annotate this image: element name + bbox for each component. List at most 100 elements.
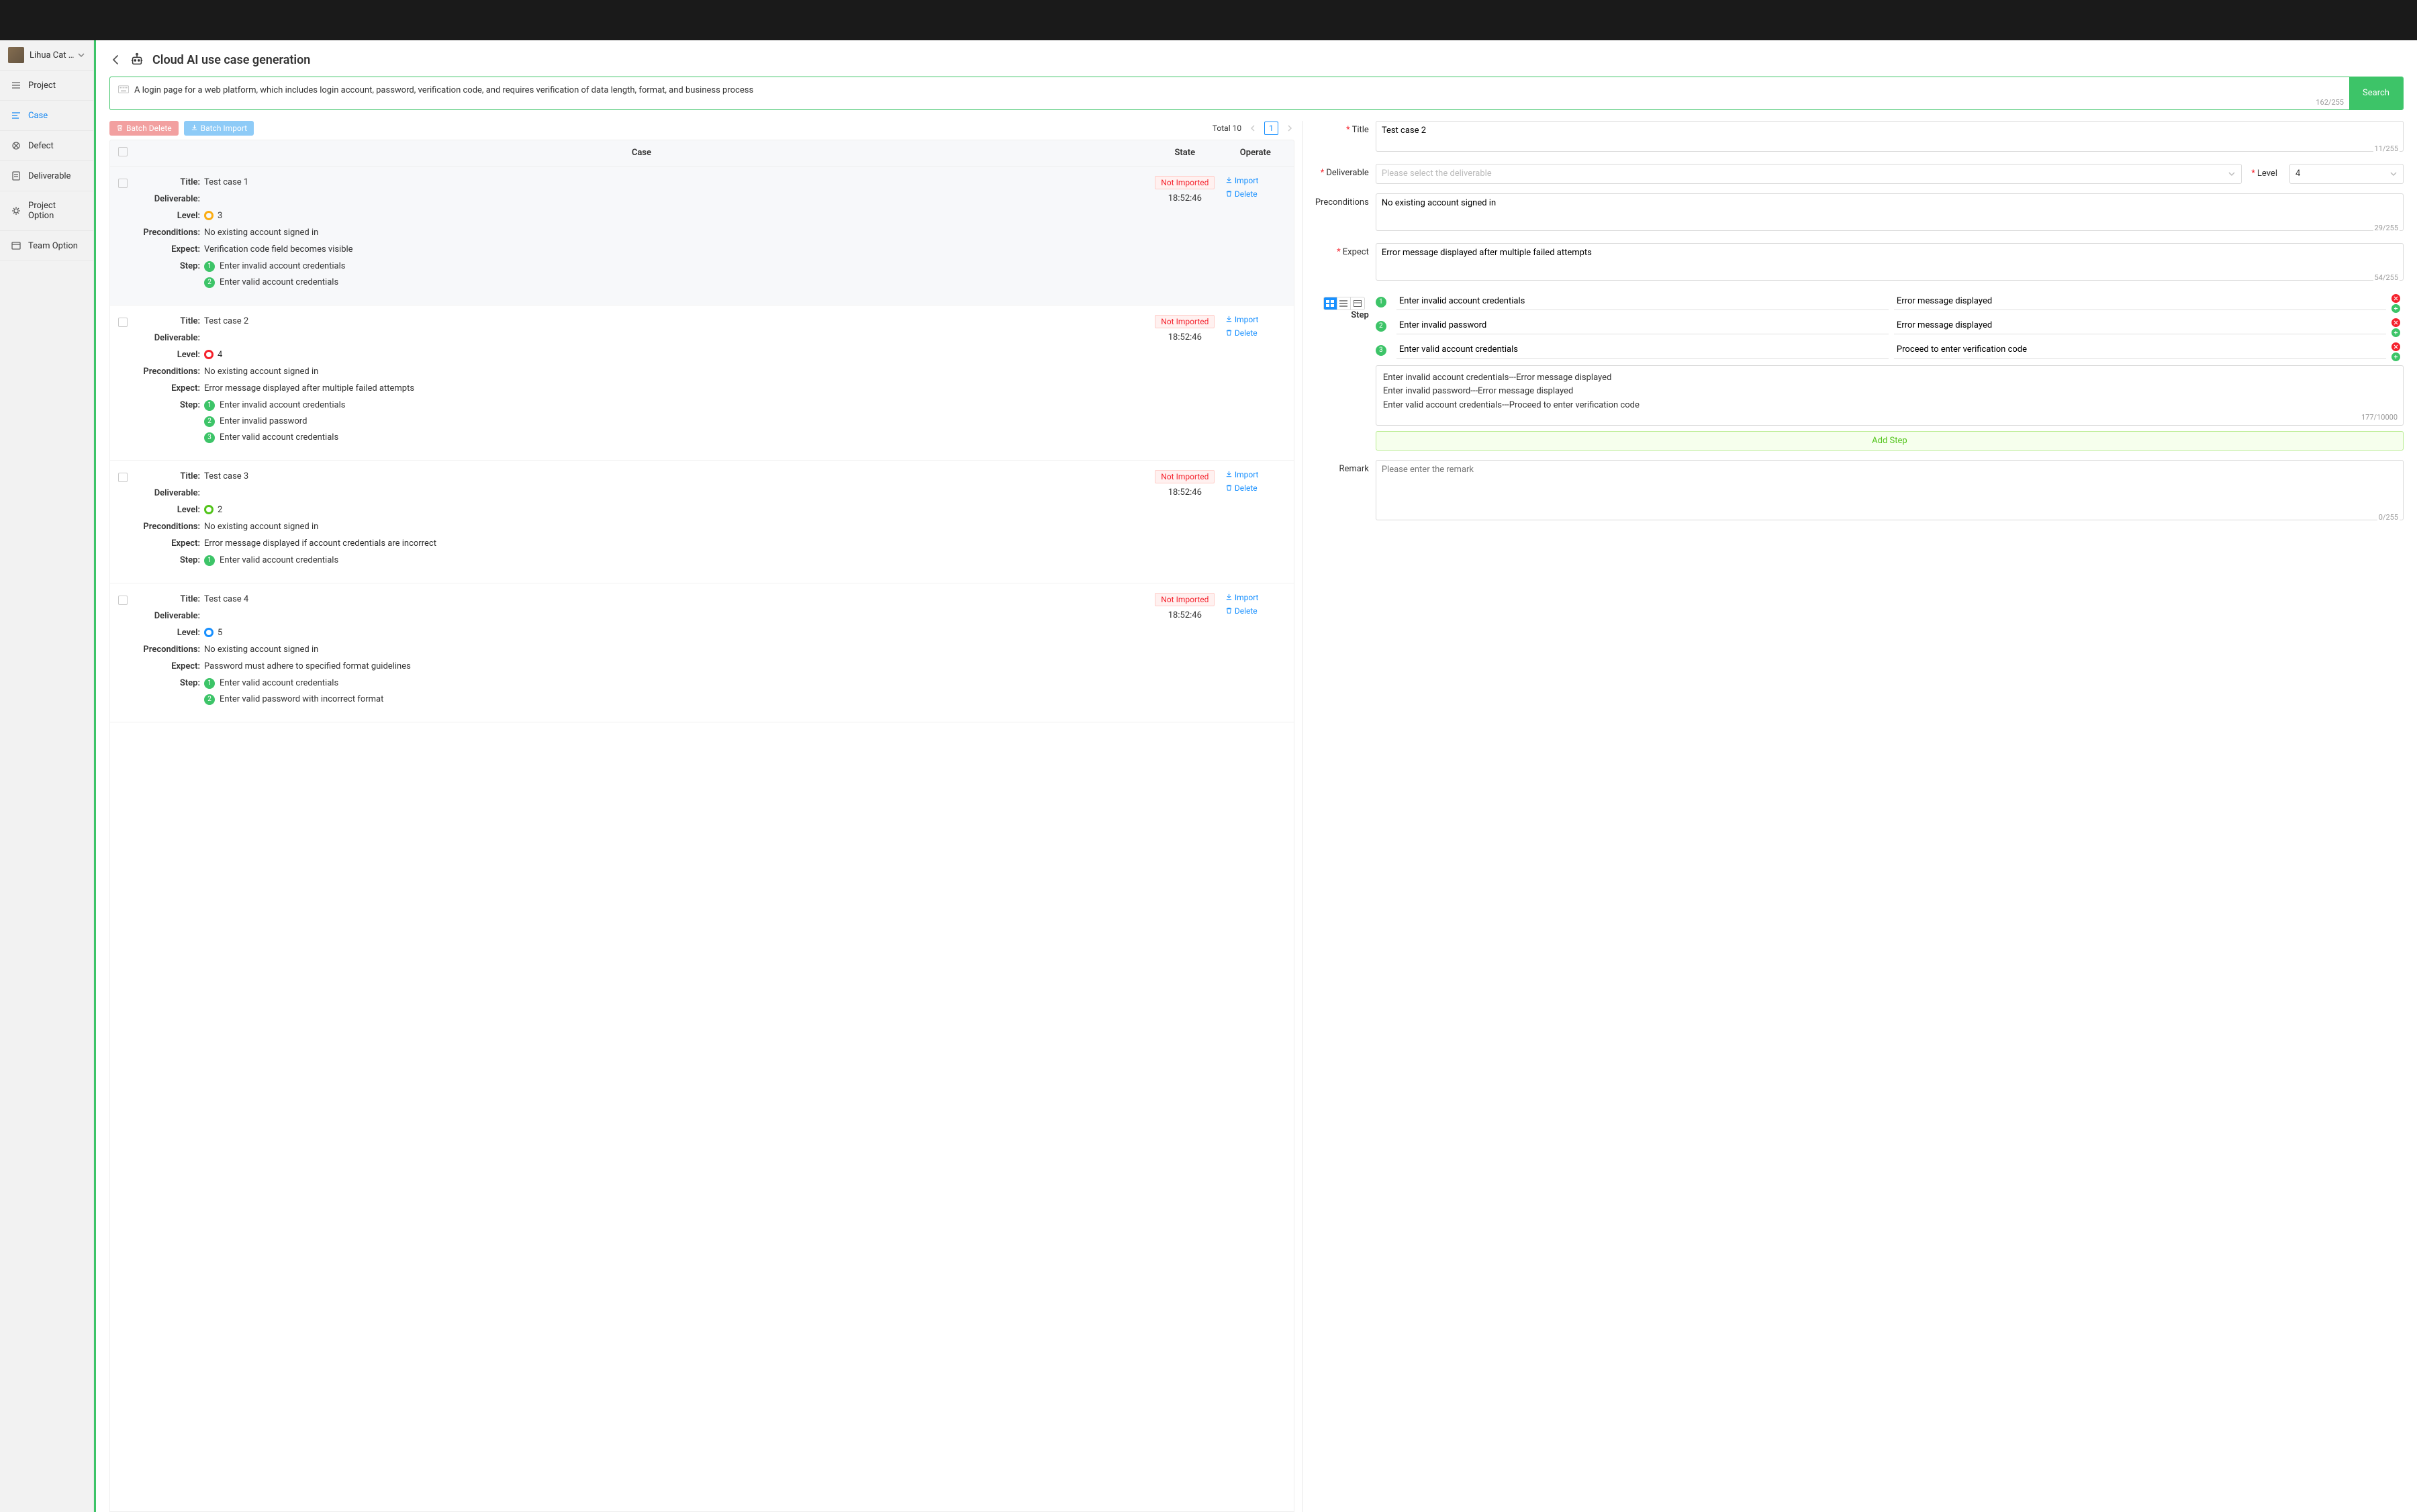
label-title: *Title bbox=[1314, 121, 1376, 154]
row-checkbox[interactable] bbox=[118, 318, 128, 327]
chevron-down-icon bbox=[2228, 170, 2236, 178]
import-button[interactable]: Import bbox=[1225, 315, 1286, 324]
remark-input[interactable] bbox=[1376, 460, 2404, 520]
robot-icon bbox=[130, 52, 144, 67]
step-number: 1 bbox=[1376, 297, 1386, 308]
label-deliverable: *Deliverable bbox=[1314, 164, 1376, 184]
import-button[interactable]: Import bbox=[1225, 176, 1286, 185]
step-number: 1 bbox=[204, 261, 215, 272]
sidebar: Lihua Cat A… ProjectCaseDefectDeliverabl… bbox=[0, 40, 94, 1512]
row-checkbox[interactable] bbox=[118, 179, 128, 188]
step-result-input[interactable]: Error message displayed bbox=[1894, 293, 2386, 310]
title-input[interactable] bbox=[1376, 121, 2404, 152]
back-arrow-icon[interactable] bbox=[109, 54, 122, 66]
sidebar-item-project[interactable]: Project bbox=[0, 70, 93, 101]
keyboard-icon bbox=[118, 85, 129, 93]
search-text[interactable]: A login page for a web platform, which i… bbox=[134, 84, 2341, 97]
project-avatar bbox=[8, 47, 24, 63]
row-checkbox[interactable] bbox=[118, 473, 128, 482]
deliverable-select[interactable]: Please select the deliverable bbox=[1376, 164, 2242, 184]
level-ring-icon bbox=[204, 350, 214, 359]
step-result-input[interactable]: Error message displayed bbox=[1894, 317, 2386, 334]
trash-icon bbox=[1225, 484, 1233, 491]
step-add-button[interactable] bbox=[2391, 352, 2400, 361]
label-remark: Remark bbox=[1314, 460, 1376, 523]
x-icon bbox=[2394, 296, 2398, 301]
preconditions-input[interactable] bbox=[1376, 193, 2404, 231]
select-all-checkbox[interactable] bbox=[118, 147, 128, 156]
page-next-icon[interactable] bbox=[1285, 124, 1294, 133]
nav-icon bbox=[11, 110, 21, 121]
row-checkbox[interactable] bbox=[118, 596, 128, 605]
sidebar-item-case[interactable]: Case bbox=[0, 101, 93, 131]
step-view-card[interactable] bbox=[1351, 297, 1364, 310]
import-button[interactable]: Import bbox=[1225, 593, 1286, 602]
download-icon bbox=[1225, 594, 1233, 601]
step-action-input[interactable]: Enter invalid password bbox=[1396, 317, 1889, 334]
case-time: 18:52:46 bbox=[1145, 610, 1225, 620]
trash-icon bbox=[1225, 190, 1233, 197]
step-view-grid[interactable] bbox=[1324, 297, 1337, 310]
sidebar-item-team-option[interactable]: Team Option bbox=[0, 231, 93, 261]
step-number: 2 bbox=[1376, 321, 1386, 332]
case-row[interactable]: Title:Test case 4Deliverable:Level:5Prec… bbox=[110, 583, 1294, 722]
step-number: 2 bbox=[204, 694, 215, 705]
delete-button[interactable]: Delete bbox=[1225, 483, 1286, 493]
page-number[interactable]: 1 bbox=[1264, 122, 1278, 135]
step-number: 3 bbox=[204, 432, 215, 443]
batch-import-button[interactable]: Batch Import bbox=[184, 121, 254, 136]
step-remove-button[interactable] bbox=[2391, 318, 2400, 327]
trash-icon bbox=[1225, 329, 1233, 336]
sidebar-item-project-option[interactable]: Project Option bbox=[0, 191, 93, 231]
step-view-list[interactable] bbox=[1337, 297, 1351, 310]
case-time: 18:52:46 bbox=[1145, 487, 1225, 498]
chevron-down-icon bbox=[77, 51, 85, 59]
case-row[interactable]: Title:Test case 3Deliverable:Level:2Prec… bbox=[110, 461, 1294, 583]
step-remove-button[interactable] bbox=[2391, 342, 2400, 351]
step-action-input[interactable]: Enter valid account credentials bbox=[1396, 341, 1889, 359]
step-row: 2 Enter invalid password Error message dis… bbox=[1376, 317, 2404, 337]
case-row[interactable]: Title:Test case 1Deliverable:Level:3Prec… bbox=[110, 167, 1294, 305]
col-case: Case bbox=[138, 148, 1145, 158]
case-row[interactable]: Title:Test case 2Deliverable:Level:4Prec… bbox=[110, 305, 1294, 461]
step-add-button[interactable] bbox=[2391, 328, 2400, 337]
state-badge: Not Imported bbox=[1155, 176, 1215, 189]
delete-button[interactable]: Delete bbox=[1225, 328, 1286, 338]
download-icon bbox=[1225, 471, 1233, 478]
search-button[interactable]: Search bbox=[2349, 77, 2403, 109]
plus-icon bbox=[2394, 355, 2398, 359]
batch-delete-button[interactable]: Batch Delete bbox=[109, 121, 179, 136]
add-step-button[interactable]: Add Step bbox=[1376, 431, 2404, 451]
level-select[interactable]: 4 bbox=[2289, 164, 2404, 184]
sidebar-item-defect[interactable]: Defect bbox=[0, 131, 93, 161]
case-time: 18:52:46 bbox=[1145, 332, 1225, 342]
list-header: Case State Operate bbox=[109, 140, 1294, 167]
project-selector[interactable]: Lihua Cat A… bbox=[0, 40, 93, 70]
label-level: *Level bbox=[2251, 169, 2284, 179]
nav-icon bbox=[11, 140, 21, 151]
download-icon bbox=[191, 124, 198, 132]
step-remove-button[interactable] bbox=[2391, 294, 2400, 303]
preconditions-count: 29/255 bbox=[2373, 224, 2400, 232]
nav-icon bbox=[11, 80, 21, 91]
level-ring-icon bbox=[204, 211, 214, 220]
page-prev-icon[interactable] bbox=[1248, 124, 1258, 133]
trash-icon bbox=[1225, 607, 1233, 614]
import-button[interactable]: Import bbox=[1225, 470, 1286, 479]
nav-icon bbox=[11, 171, 21, 181]
step-number: 1 bbox=[204, 678, 215, 689]
delete-button[interactable]: Delete bbox=[1225, 606, 1286, 616]
step-add-button[interactable] bbox=[2391, 304, 2400, 313]
delete-button[interactable]: Delete bbox=[1225, 189, 1286, 199]
step-summary[interactable]: Enter invalid account credentials---Erro… bbox=[1376, 365, 2404, 426]
step-action-input[interactable]: Enter invalid account credentials bbox=[1396, 293, 1889, 310]
sidebar-item-deliverable[interactable]: Deliverable bbox=[0, 161, 93, 191]
search-char-count: 162/255 bbox=[2316, 98, 2344, 107]
step-result-input[interactable]: Proceed to enter verification code bbox=[1894, 341, 2386, 359]
expect-count: 54/255 bbox=[2373, 273, 2400, 282]
title-count: 11/255 bbox=[2373, 144, 2400, 153]
step-number: 1 bbox=[204, 400, 215, 411]
step-row: 3Enter valid account credentialsProceed … bbox=[1376, 341, 2404, 361]
step-row: 1 Enter invalid account credentials Error … bbox=[1376, 293, 2404, 313]
expect-input[interactable] bbox=[1376, 243, 2404, 281]
